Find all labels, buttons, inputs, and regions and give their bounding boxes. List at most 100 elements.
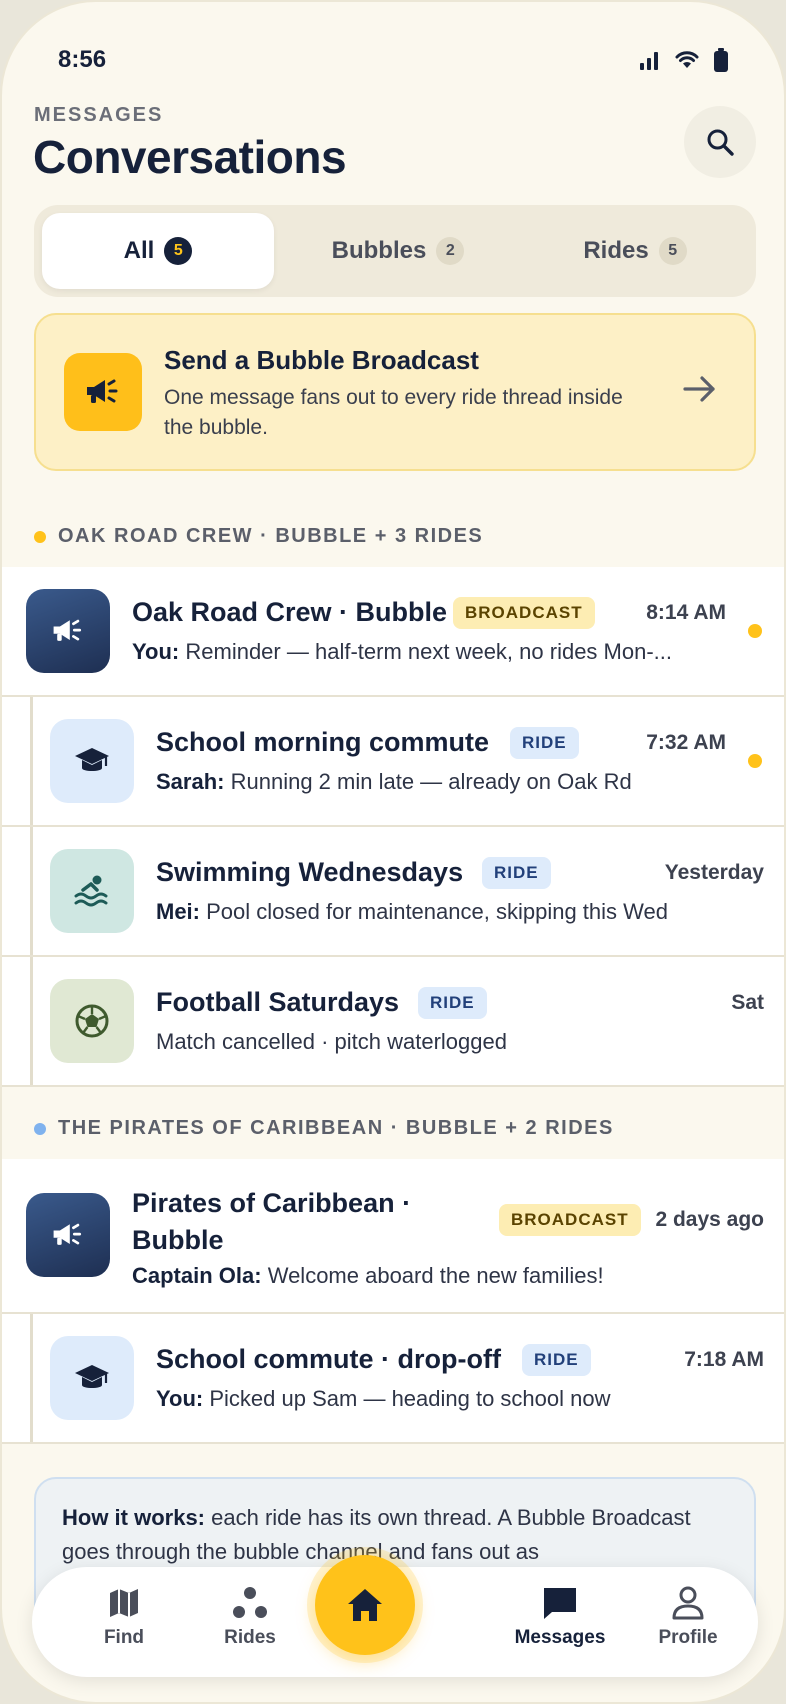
nav-profile[interactable]: Profile xyxy=(628,1585,748,1649)
conversation-time: Yesterday xyxy=(664,861,764,884)
conversation-preview: You: Picked up Sam — heading to school n… xyxy=(156,1386,756,1412)
graduation-cap-icon xyxy=(50,1336,134,1420)
broadcast-badge: BROADCAST xyxy=(499,1204,641,1236)
conversation-name: School morning commute xyxy=(156,727,490,757)
conversation-name-line: Pirates of Caribbean · xyxy=(132,1188,412,1218)
filter-tabs: All 5 Bubbles 2 Rides 5 xyxy=(34,205,756,297)
tab-all[interactable]: All 5 xyxy=(42,213,274,289)
nav-messages[interactable]: Messages xyxy=(498,1585,622,1649)
conversation-time: 8:14 AM xyxy=(646,601,726,624)
ride-badge: RIDE xyxy=(522,1344,591,1376)
group-header-label: OAK ROAD CREW · BUBBLE + 3 RIDES xyxy=(58,525,484,547)
tab-count-badge: 5 xyxy=(658,237,687,265)
page-title: Conversations xyxy=(33,131,347,183)
megaphone-icon xyxy=(64,353,142,431)
thread-line xyxy=(30,827,33,955)
page-eyebrow: MESSAGES xyxy=(34,104,164,126)
person-icon xyxy=(672,1586,704,1620)
phone-screen: 8:56 MESSAGES Conversations All 5 Bubble… xyxy=(0,0,786,1704)
message-text: Match cancelled · pitch waterlogged xyxy=(156,1029,507,1054)
conversation-row[interactable]: Oak Road Crew · Bubble BROADCAST 8:14 AM… xyxy=(2,567,784,697)
nav-label: Profile xyxy=(658,1627,718,1648)
broadcast-card-description: One message fans out to every ride threa… xyxy=(164,386,623,439)
group-header-pirates: THE PIRATES OF CARIBBEAN · BUBBLE + 2 RI… xyxy=(34,1117,614,1140)
conversation-preview: Mei: Pool closed for maintenance, skippi… xyxy=(156,899,756,925)
chat-icon xyxy=(544,1588,576,1619)
megaphone-icon xyxy=(26,589,110,673)
conversation-name: Pirates of Caribbean · Bubble xyxy=(132,1185,411,1259)
message-sender: Captain Ola: xyxy=(132,1263,262,1288)
conversation-preview: Match cancelled · pitch waterlogged xyxy=(156,1029,756,1055)
thread-line xyxy=(30,1314,33,1442)
tab-count-badge: 5 xyxy=(164,237,193,265)
conversation-row[interactable]: School morning commute RIDE 7:32 AM Sara… xyxy=(2,697,784,827)
message-sender: Mei: xyxy=(156,899,200,924)
megaphone-icon xyxy=(26,1193,110,1277)
conversation-row[interactable]: Pirates of Caribbean · Bubble BROADCAST … xyxy=(2,1159,784,1314)
status-bar: 8:56 xyxy=(2,2,784,112)
message-sender: You: xyxy=(132,639,180,664)
ride-badge: RIDE xyxy=(418,987,487,1019)
nav-label: Find xyxy=(103,1627,145,1648)
conversation-row[interactable]: Swimming Wednesdays RIDE Yesterday Mei: … xyxy=(2,827,784,957)
conversation-time: 2 days ago xyxy=(655,1208,764,1231)
conversation-name: Football Saturdays xyxy=(156,987,400,1017)
conversation-row[interactable]: School commute · drop-off RIDE 7:18 AM Y… xyxy=(2,1314,784,1444)
message-text: Pool closed for maintenance, skipping th… xyxy=(206,899,668,924)
message-text: Reminder — half-term next week, no rides… xyxy=(185,639,672,664)
conversation-time: Sat xyxy=(731,991,764,1014)
unread-dot xyxy=(748,624,762,638)
info-lead: How it works: xyxy=(62,1505,206,1530)
tab-rides[interactable]: Rides 5 xyxy=(522,213,748,289)
map-icon xyxy=(110,1589,138,1617)
tab-bubbles[interactable]: Bubbles 2 xyxy=(282,213,514,289)
broadcast-card[interactable]: Send a Bubble Broadcast One message fans… xyxy=(34,313,756,471)
tab-count-badge: 2 xyxy=(436,237,465,265)
conversation-preview: You: Reminder — half-term next week, no … xyxy=(132,639,722,665)
message-sender: You: xyxy=(156,1386,204,1411)
message-sender: Sarah: xyxy=(156,769,225,794)
status-icons xyxy=(638,48,728,72)
thread-line xyxy=(30,697,33,825)
home-button[interactable] xyxy=(315,1555,415,1655)
graduation-cap-icon xyxy=(50,719,134,803)
conversation-row[interactable]: Football Saturdays RIDE Sat Match cancel… xyxy=(2,957,784,1087)
conversation-preview: Captain Ola: Welcome aboard the new fami… xyxy=(132,1263,752,1289)
search-icon xyxy=(707,129,734,156)
arrow-right-icon xyxy=(682,373,718,410)
conversation-preview: Sarah: Running 2 min late — already on O… xyxy=(156,769,736,795)
unread-dot xyxy=(748,754,762,768)
ride-badge: RIDE xyxy=(482,857,551,889)
ride-badge: RIDE xyxy=(510,727,579,759)
conversation-name: Swimming Wednesdays xyxy=(156,857,464,887)
search-button[interactable] xyxy=(684,106,756,178)
nav-label: Rides xyxy=(224,1627,276,1648)
thread-line xyxy=(30,957,33,1085)
status-time: 8:56 xyxy=(58,46,107,73)
conversation-name: School commute · drop-off xyxy=(156,1344,501,1374)
tab-label: All xyxy=(123,237,155,264)
broadcast-card-title: Send a Bubble Broadcast xyxy=(164,345,479,375)
conversation-time: 7:18 AM xyxy=(684,1348,764,1371)
broadcast-badge: BROADCAST xyxy=(453,597,595,629)
group-dot xyxy=(34,1122,46,1135)
conversation-name-line: Bubble xyxy=(132,1225,224,1255)
nav-find[interactable]: Find xyxy=(64,1585,184,1649)
group-header-label: THE PIRATES OF CARIBBEAN · BUBBLE + 2 RI… xyxy=(58,1117,614,1139)
conversation-name: Oak Road Crew · Bubble xyxy=(132,597,448,627)
group-header-oak-road: OAK ROAD CREW · BUBBLE + 3 RIDES xyxy=(34,525,483,548)
nav-label: Messages xyxy=(514,1627,606,1648)
conversation-time: 7:32 AM xyxy=(646,731,726,754)
wifi-icon xyxy=(675,51,699,68)
rides-icon xyxy=(233,1587,267,1618)
tab-label: Rides xyxy=(583,237,649,264)
home-icon xyxy=(348,1589,382,1621)
signal-icon xyxy=(640,52,658,70)
swimming-icon xyxy=(50,849,134,933)
message-text: Welcome aboard the new families! xyxy=(267,1263,604,1288)
nav-rides[interactable]: Rides xyxy=(190,1585,310,1649)
message-text: Picked up Sam — heading to school now xyxy=(209,1386,611,1411)
group-dot xyxy=(34,530,46,543)
tab-label: Bubbles xyxy=(331,237,427,264)
message-text: Running 2 min late — already on Oak Rd xyxy=(230,769,632,794)
